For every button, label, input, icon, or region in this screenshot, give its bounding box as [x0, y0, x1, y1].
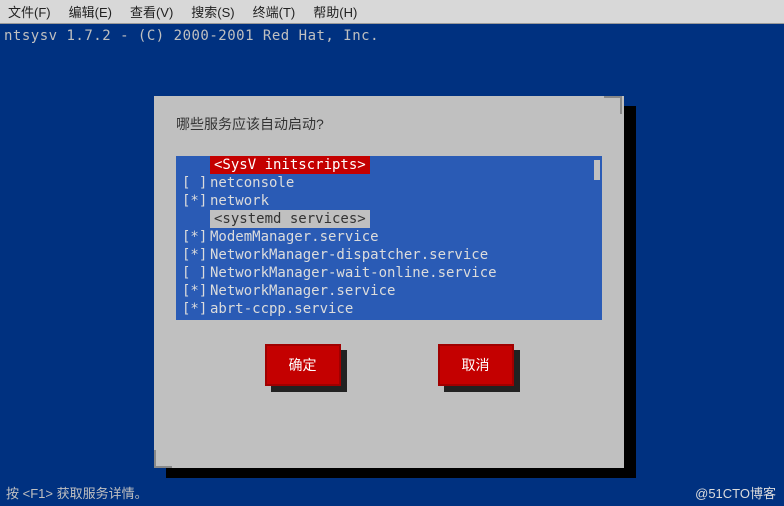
list-item-label: abrt-ccpp.service — [210, 300, 353, 318]
list-item-label: NetworkManager-wait-online.service — [210, 264, 497, 282]
list-item-label: netconsole — [210, 174, 294, 192]
checkbox[interactable]: [*] — [176, 300, 210, 318]
list-item-label: network — [210, 192, 269, 210]
cancel-button[interactable]: 取消 — [438, 344, 514, 386]
ok-button[interactable]: 确定 — [265, 344, 341, 386]
menu-search[interactable]: 搜索(S) — [191, 2, 234, 21]
list-item-label: NetworkManager-dispatcher.service — [210, 246, 488, 264]
list-item[interactable]: [*] network — [176, 192, 602, 210]
checkbox[interactable]: [*] — [176, 228, 210, 246]
checkbox[interactable]: [ ] — [176, 264, 210, 282]
dialog-corner-icon — [154, 450, 172, 468]
list-item[interactable]: [ ] netconsole — [176, 174, 602, 192]
menu-view[interactable]: 查看(V) — [130, 2, 173, 21]
service-list[interactable]: <SysV initscripts> [ ] netconsole [*] ne… — [176, 156, 602, 320]
checkbox[interactable]: [*] — [176, 192, 210, 210]
checkbox[interactable]: [*] — [176, 282, 210, 300]
menubar[interactable]: 文件(F) 编辑(E) 查看(V) 搜索(S) 终端(T) 帮助(H) — [0, 0, 784, 24]
menu-terminal[interactable]: 终端(T) — [253, 2, 296, 21]
list-item[interactable]: [*] NetworkManager.service — [176, 282, 602, 300]
list-item[interactable]: [*] abrt-ccpp.service — [176, 300, 602, 318]
checkbox[interactable]: [ ] — [176, 174, 210, 192]
dialog-title: 哪些服务应该自动启动? — [176, 114, 602, 134]
list-item-label: NetworkManager.service — [210, 282, 395, 300]
list-item[interactable]: [ ] NetworkManager-wait-online.service — [176, 264, 602, 282]
section-header-systemd: <systemd services> — [176, 210, 602, 228]
list-item[interactable]: [*] ModemManager.service — [176, 228, 602, 246]
dialog: 哪些服务应该自动启动? <SysV initscripts> [ ] netco… — [154, 96, 624, 468]
help-line: 按 <F1> 获取服务详情。 — [6, 483, 148, 502]
dialog-corner-icon — [604, 96, 622, 114]
menu-edit[interactable]: 编辑(E) — [69, 2, 112, 21]
dialog-buttons: 确定 取消 — [176, 344, 602, 386]
menu-file[interactable]: 文件(F) — [8, 2, 51, 21]
list-item-label: ModemManager.service — [210, 228, 379, 246]
menu-help[interactable]: 帮助(H) — [313, 2, 357, 21]
scrollbar-thumb[interactable] — [594, 160, 600, 180]
app-title: ntsysv 1.7.2 - (C) 2000-2001 Red Hat, In… — [4, 28, 379, 44]
terminal-area: ntsysv 1.7.2 - (C) 2000-2001 Red Hat, In… — [0, 24, 784, 506]
list-item[interactable]: [*] NetworkManager-dispatcher.service — [176, 246, 602, 264]
section-header-sysv: <SysV initscripts> — [176, 156, 602, 174]
watermark: @51CTO博客 — [695, 483, 776, 502]
checkbox[interactable]: [*] — [176, 246, 210, 264]
